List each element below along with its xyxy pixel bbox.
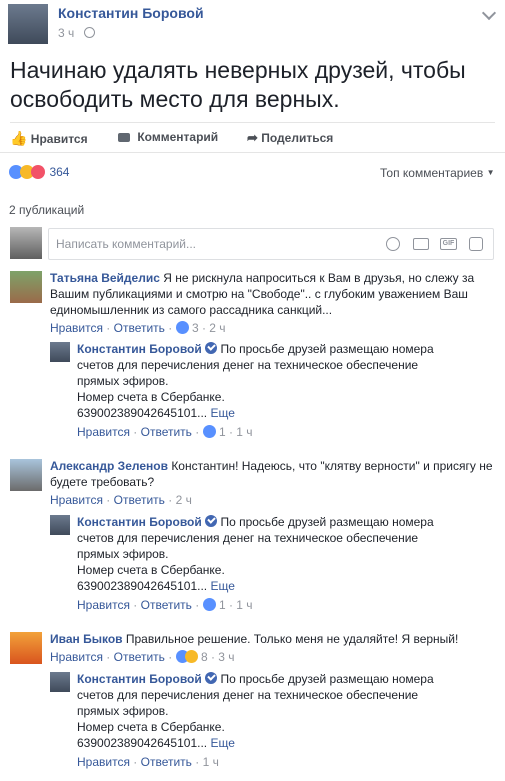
divider bbox=[0, 152, 505, 153]
thumbs-up-icon: 👍 bbox=[10, 130, 28, 146]
comment-reply-link[interactable]: Ответить bbox=[114, 493, 165, 507]
author-avatar[interactable] bbox=[8, 4, 48, 44]
reply-author[interactable]: Константин Боровой bbox=[77, 342, 202, 356]
comment-like-count[interactable]: 8 bbox=[201, 650, 208, 664]
comment-like-link[interactable]: Нравится bbox=[50, 493, 103, 507]
reply-author[interactable]: Константин Боровой bbox=[77, 515, 202, 529]
reply-avatar[interactable] bbox=[50, 672, 70, 692]
reply-time[interactable]: 1 ч bbox=[203, 755, 219, 769]
comment-reply-link[interactable]: Ответить bbox=[114, 321, 165, 335]
comment-like-count[interactable]: 3 bbox=[192, 321, 199, 335]
camera-icon[interactable] bbox=[413, 238, 429, 250]
post-options-chevron-icon[interactable] bbox=[481, 5, 497, 21]
reply-reply-link[interactable]: Ответить bbox=[141, 755, 192, 769]
comment-reply-link[interactable]: Ответить bbox=[114, 650, 165, 664]
comment-button[interactable]: Комментарий bbox=[118, 130, 218, 144]
reply-text-line: Номер счета в Сбербанке. bbox=[77, 720, 225, 734]
emoji-icon[interactable] bbox=[386, 237, 400, 251]
publications-count[interactable]: 2 публикаций bbox=[9, 203, 84, 217]
like-button[interactable]: 👍 Нравится bbox=[10, 130, 88, 147]
share-button-label: Поделиться bbox=[261, 131, 334, 145]
reply-text-line: 639002389042645101... bbox=[77, 406, 208, 420]
reply-time[interactable]: 1 ч bbox=[236, 425, 252, 439]
verified-badge-icon bbox=[205, 672, 218, 684]
reply-like-count[interactable]: 1 bbox=[219, 425, 226, 439]
comment: Татьяна Вейделис Я не рискнула напросить… bbox=[50, 270, 495, 318]
comment-avatar[interactable] bbox=[10, 271, 42, 303]
reply-text-line: 639002389042645101... bbox=[77, 736, 208, 750]
reply-actions: Нравится · Ответить · 1 ч bbox=[77, 755, 219, 769]
sort-comments-dropdown[interactable]: Топ комментариев ▼ bbox=[380, 166, 494, 180]
see-more-link[interactable]: Еще bbox=[210, 406, 234, 420]
love-reaction-icon bbox=[31, 165, 45, 179]
reactions-summary[interactable]: 364 bbox=[9, 165, 69, 184]
caret-down-icon: ▼ bbox=[486, 168, 495, 177]
comment-actions: Нравится · Ответить · 3 · 2 ч bbox=[50, 321, 226, 335]
post-time-label: 3 ч bbox=[58, 26, 75, 40]
reply-author[interactable]: Константин Боровой bbox=[77, 672, 202, 686]
reply: Константин Боровой По просьбе друзей раз… bbox=[77, 671, 447, 751]
sticker-icon[interactable] bbox=[469, 237, 483, 251]
reply-like-link[interactable]: Нравится bbox=[77, 598, 130, 612]
globe-icon bbox=[83, 27, 95, 38]
comment-input[interactable]: Написать комментарий... GIF bbox=[48, 228, 494, 260]
like-reaction-icon bbox=[202, 425, 216, 438]
comment-like-link[interactable]: Нравится bbox=[50, 650, 103, 664]
comment-avatar[interactable] bbox=[10, 632, 42, 664]
current-user-avatar[interactable] bbox=[10, 227, 42, 259]
comment-like-link[interactable]: Нравится bbox=[50, 321, 103, 335]
reply-text-line: 639002389042645101... bbox=[77, 579, 208, 593]
reply-actions: Нравится · Ответить · 1 · 1 ч bbox=[77, 425, 253, 439]
reply-time[interactable]: 1 ч bbox=[236, 598, 252, 612]
comment-text: Правильное решение. Только меня не удаля… bbox=[125, 632, 459, 646]
reply-like-count[interactable]: 1 bbox=[219, 598, 226, 612]
like-button-label: Нравится bbox=[30, 132, 88, 146]
comment-actions: Нравится · Ответить · 2 ч bbox=[50, 493, 192, 507]
reply-like-link[interactable]: Нравится bbox=[77, 755, 130, 769]
post-time[interactable]: 3 ч bbox=[58, 26, 95, 40]
reactions-count: 364 bbox=[49, 165, 70, 179]
reply: Константин Боровой По просьбе друзей раз… bbox=[77, 514, 447, 594]
sort-comments-label: Топ комментариев bbox=[380, 166, 484, 180]
divider bbox=[10, 122, 495, 123]
verified-badge-icon bbox=[205, 515, 218, 527]
like-reaction-icon bbox=[202, 598, 216, 611]
share-arrow-icon: ➦ bbox=[247, 130, 258, 145]
like-reaction-icon bbox=[175, 321, 189, 334]
comment: Иван Быков Правильное решение. Только ме… bbox=[50, 631, 495, 647]
reply: Константин Боровой По просьбе друзей раз… bbox=[77, 341, 447, 421]
reply-like-link[interactable]: Нравится bbox=[77, 425, 130, 439]
comment: Александр Зеленов Константин! Надеюсь, ч… bbox=[50, 458, 495, 490]
gif-icon[interactable]: GIF bbox=[440, 238, 457, 250]
haha-reaction-icon bbox=[184, 650, 198, 663]
reply-text-line: Номер счета в Сбербанке. bbox=[77, 563, 225, 577]
reply-reply-link[interactable]: Ответить bbox=[141, 598, 192, 612]
comment-time[interactable]: 3 ч bbox=[218, 650, 234, 664]
reply-actions: Нравится · Ответить · 1 · 1 ч bbox=[77, 598, 253, 612]
comment-author[interactable]: Александр Зеленов bbox=[50, 459, 168, 473]
reply-avatar[interactable] bbox=[50, 515, 70, 535]
verified-badge-icon bbox=[205, 342, 218, 354]
post-text: Начинаю удалять неверных друзей, чтобы о… bbox=[10, 57, 466, 112]
comment-actions: Нравится · Ответить · 8 · 3 ч bbox=[50, 650, 235, 664]
author-name[interactable]: Константин Боровой bbox=[58, 5, 204, 21]
reply-reply-link[interactable]: Ответить bbox=[141, 425, 192, 439]
comment-author[interactable]: Иван Быков bbox=[50, 632, 123, 646]
comment-time[interactable]: 2 ч bbox=[209, 321, 225, 335]
see-more-link[interactable]: Еще bbox=[210, 579, 234, 593]
speech-bubble-icon bbox=[118, 133, 130, 142]
comment-button-label: Комментарий bbox=[137, 130, 219, 144]
see-more-link[interactable]: Еще bbox=[210, 736, 234, 750]
reply-text-line: Номер счета в Сбербанке. bbox=[77, 390, 225, 404]
comment-time[interactable]: 2 ч bbox=[176, 493, 192, 507]
comment-author[interactable]: Татьяна Вейделис bbox=[50, 271, 160, 285]
share-button[interactable]: ➦ Поделиться bbox=[247, 130, 333, 146]
reply-avatar[interactable] bbox=[50, 342, 70, 362]
comment-input-placeholder: Написать комментарий... bbox=[56, 237, 197, 251]
comment-avatar[interactable] bbox=[10, 459, 42, 491]
